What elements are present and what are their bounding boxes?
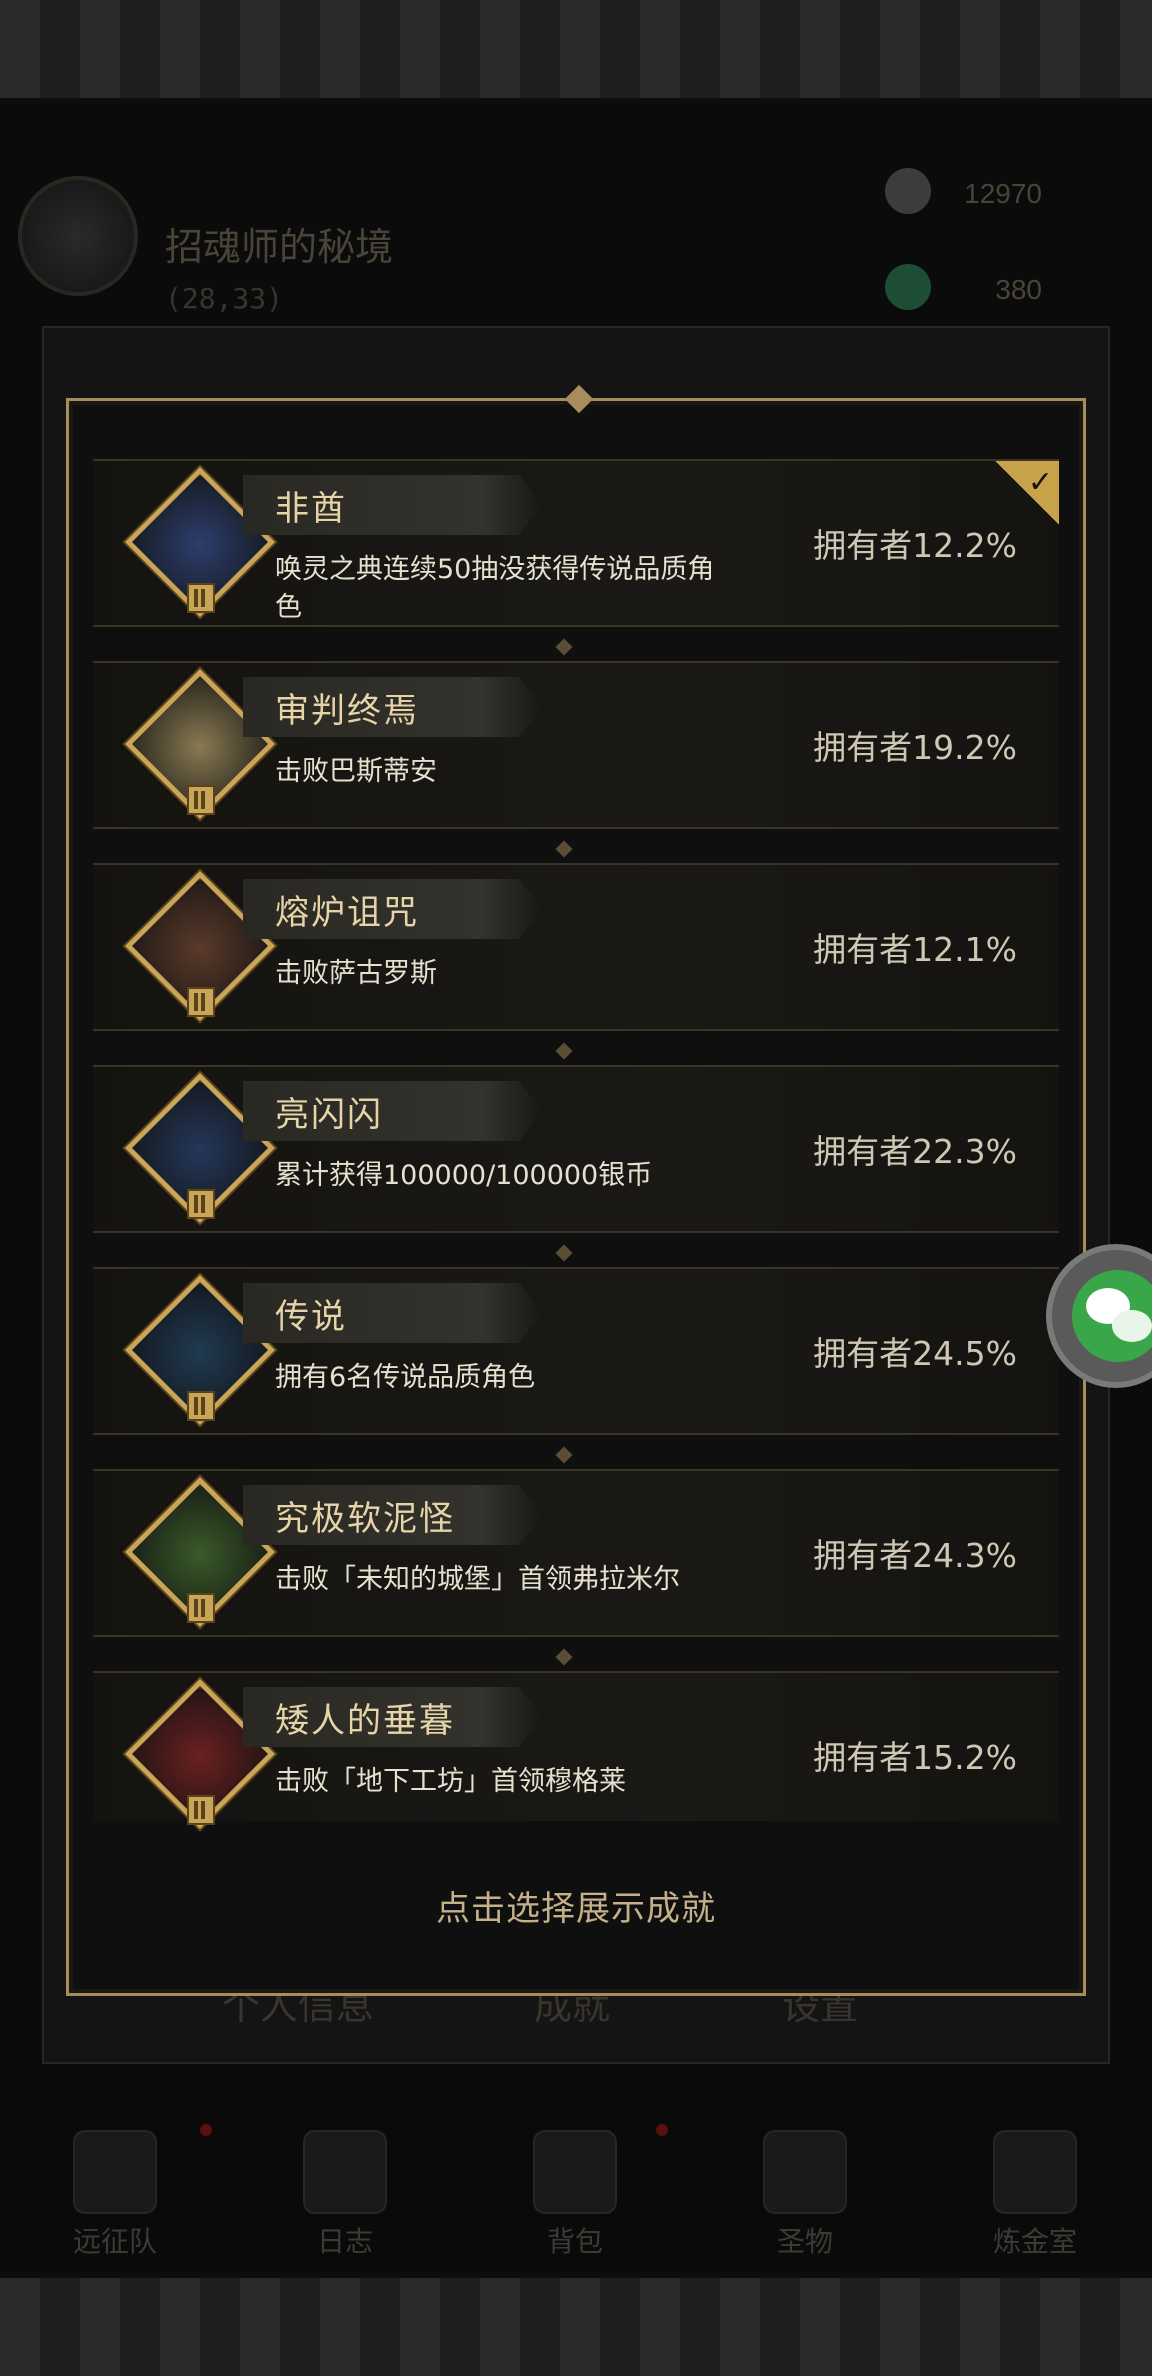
expedition-icon bbox=[73, 2130, 157, 2214]
bag-icon bbox=[533, 2130, 617, 2214]
owner-percentage: 拥有者12.1% bbox=[813, 930, 1017, 969]
achievement-name: 非酋 bbox=[275, 489, 347, 529]
achievement-description: 唤灵之典连续50抽没获得传说品质角色 bbox=[275, 554, 715, 623]
journal-icon bbox=[303, 2130, 387, 2214]
achievement-row[interactable]: 审判终焉 击败巴斯蒂安 拥有者19.2% bbox=[93, 661, 1059, 858]
alchemy-icon bbox=[993, 2130, 1077, 2214]
stone-icon bbox=[885, 168, 931, 214]
owner-percentage: 拥有者22.3% bbox=[813, 1132, 1017, 1171]
owner-percentage: 拥有者24.3% bbox=[813, 1536, 1017, 1575]
nav-label: 远征队 bbox=[72, 2225, 157, 2258]
achievement-name: 矮人的垂暮 bbox=[275, 1701, 455, 1741]
owner-percentage: 拥有者24.5% bbox=[813, 1334, 1017, 1373]
achievement-row[interactable]: 究极软泥怪 击败「未知的城堡」首领弗拉米尔 拥有者24.3% bbox=[93, 1469, 1059, 1666]
row-separator-ornament bbox=[555, 1648, 573, 1666]
realm-coordinates: (28,33) bbox=[165, 282, 284, 315]
achievement-row[interactable]: 矮人的垂暮 击败「地下工坊」首领穆格莱 拥有者15.2% bbox=[93, 1671, 1059, 1829]
top-decorative-frame bbox=[0, 0, 1152, 104]
achievement-select-dialog: 非酋 唤灵之典连续50抽没获得传说品质角色 拥有者12.2% ✓ 审判终焉 击败… bbox=[66, 384, 1086, 1996]
row-separator-ornament bbox=[555, 840, 573, 858]
achievement-name: 亮闪闪 bbox=[275, 1095, 383, 1135]
nav-relic[interactable]: 圣物 bbox=[730, 2130, 880, 2260]
achievement-description: 拥有6名传说品质角色 bbox=[275, 1362, 536, 1393]
nav-notification-dot bbox=[656, 2124, 668, 2136]
owner-percentage: 拥有者15.2% bbox=[813, 1738, 1017, 1777]
nav-notification-dot bbox=[200, 2124, 212, 2136]
gem-icon bbox=[885, 264, 931, 310]
row-separator-ornament bbox=[555, 638, 573, 656]
nav-label: 圣物 bbox=[776, 2225, 833, 2258]
achievement-description: 击败萨古罗斯 bbox=[275, 958, 437, 989]
nav-alchemy[interactable]: 炼金室 bbox=[960, 2130, 1110, 2260]
achievement-row[interactable]: 非酋 唤灵之典连续50抽没获得传说品质角色 拥有者12.2% ✓ bbox=[93, 459, 1059, 656]
row-separator-ornament bbox=[555, 1244, 573, 1262]
achievement-description: 击败巴斯蒂安 bbox=[275, 756, 437, 787]
nav-label: 炼金室 bbox=[992, 2225, 1077, 2258]
achievement-list: 非酋 唤灵之典连续50抽没获得传说品质角色 拥有者12.2% ✓ 审判终焉 击败… bbox=[93, 459, 1059, 1829]
nav-expedition[interactable]: 远征队 bbox=[40, 2130, 190, 2260]
frame-corner bbox=[1064, 398, 1086, 420]
achievement-row[interactable]: 亮闪闪 累计获得100000/100000银币 拥有者22.3% bbox=[93, 1065, 1059, 1262]
nav-bag[interactable]: 背包 bbox=[500, 2130, 650, 2260]
achievement-name: 究极软泥怪 bbox=[275, 1499, 455, 1539]
row-separator-ornament bbox=[555, 1042, 573, 1060]
relic-icon bbox=[763, 2130, 847, 2214]
achievement-row[interactable]: 熔炉诅咒 击败萨古罗斯 拥有者12.1% bbox=[93, 863, 1059, 1060]
gem-count: 380 bbox=[995, 274, 1042, 305]
nav-label: 背包 bbox=[546, 2225, 603, 2258]
owner-percentage: 拥有者12.2% bbox=[813, 526, 1017, 565]
achievement-name: 审判终焉 bbox=[275, 691, 419, 731]
stone-count: 12970 bbox=[964, 178, 1042, 209]
realm-logo bbox=[18, 176, 138, 296]
owner-percentage: 拥有者19.2% bbox=[813, 728, 1017, 767]
wechat-icon bbox=[1072, 1270, 1152, 1362]
achievement-name: 熔炉诅咒 bbox=[275, 893, 419, 933]
achievement-description: 击败「未知的城堡」首领弗拉米尔 bbox=[275, 1564, 680, 1595]
row-separator-ornament bbox=[555, 1446, 573, 1464]
frame-corner bbox=[66, 398, 88, 420]
achievement-row[interactable]: 传说 拥有6名传说品质角色 拥有者24.5% bbox=[93, 1267, 1059, 1464]
achievement-description: 击败「地下工坊」首领穆格莱 bbox=[275, 1766, 626, 1797]
selected-check-badge: ✓ bbox=[995, 461, 1059, 525]
checkmark-icon: ✓ bbox=[1027, 465, 1053, 500]
frame-corner bbox=[66, 1974, 88, 1996]
realm-title: 招魂师的秘境 bbox=[165, 225, 394, 269]
achievement-name: 传说 bbox=[275, 1297, 347, 1337]
nav-journal[interactable]: 日志 bbox=[270, 2130, 420, 2260]
nav-label: 日志 bbox=[316, 2225, 373, 2258]
select-hint-text: 点击选择展示成就 bbox=[436, 1889, 716, 1929]
frame-corner bbox=[1064, 1974, 1086, 1996]
achievement-description: 累计获得100000/100000银币 bbox=[275, 1160, 653, 1191]
bottom-decorative-frame bbox=[0, 2272, 1152, 2376]
